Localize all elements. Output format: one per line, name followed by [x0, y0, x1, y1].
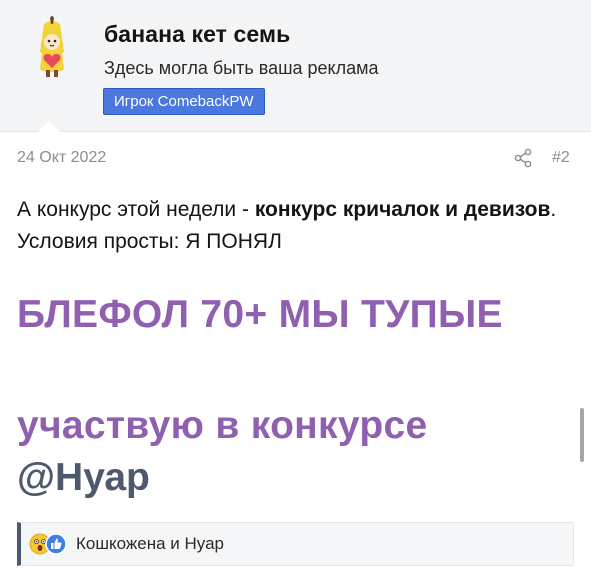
post-large-purple-line-1: БЛЕФОЛ 70+ МЫ ТУПЫЕ: [17, 293, 503, 336]
share-icon[interactable]: [513, 148, 533, 168]
post-large-purple-line-2: участвую в конкурсе: [17, 404, 428, 447]
like-thumb-icon: [45, 533, 67, 555]
post-date[interactable]: 24 Окт 2022: [17, 149, 106, 167]
reaction-users-link[interactable]: Кошкожена и Нуар: [76, 534, 224, 554]
header-pointer-arrow: [38, 121, 60, 132]
author-name[interactable]: банана кет семь: [104, 21, 290, 48]
user-banner-badge: Игрок ComebackPW: [103, 88, 265, 115]
post-text-plain: А конкурс этой недели -: [17, 198, 255, 221]
message-user-header: банана кет семь Здесь могла быть ваша ре…: [0, 0, 591, 132]
post-text-bold: конкурс кричалок и девизов: [254, 198, 551, 221]
banana-cat-avatar-icon: [40, 16, 64, 77]
post-body-text: А конкурс этой недели - конкурс кричалок…: [17, 194, 557, 258]
author-user-title: Здесь могла быть ваша реклама: [104, 58, 379, 78]
user-mention-link[interactable]: @Нуар: [17, 456, 150, 500]
reactions-bar[interactable]: Кошкожена и Нуар: [17, 522, 574, 566]
scrollbar-thumb[interactable]: [580, 408, 584, 462]
avatar[interactable]: [14, 10, 90, 86]
post-number-link[interactable]: #2: [552, 149, 570, 167]
